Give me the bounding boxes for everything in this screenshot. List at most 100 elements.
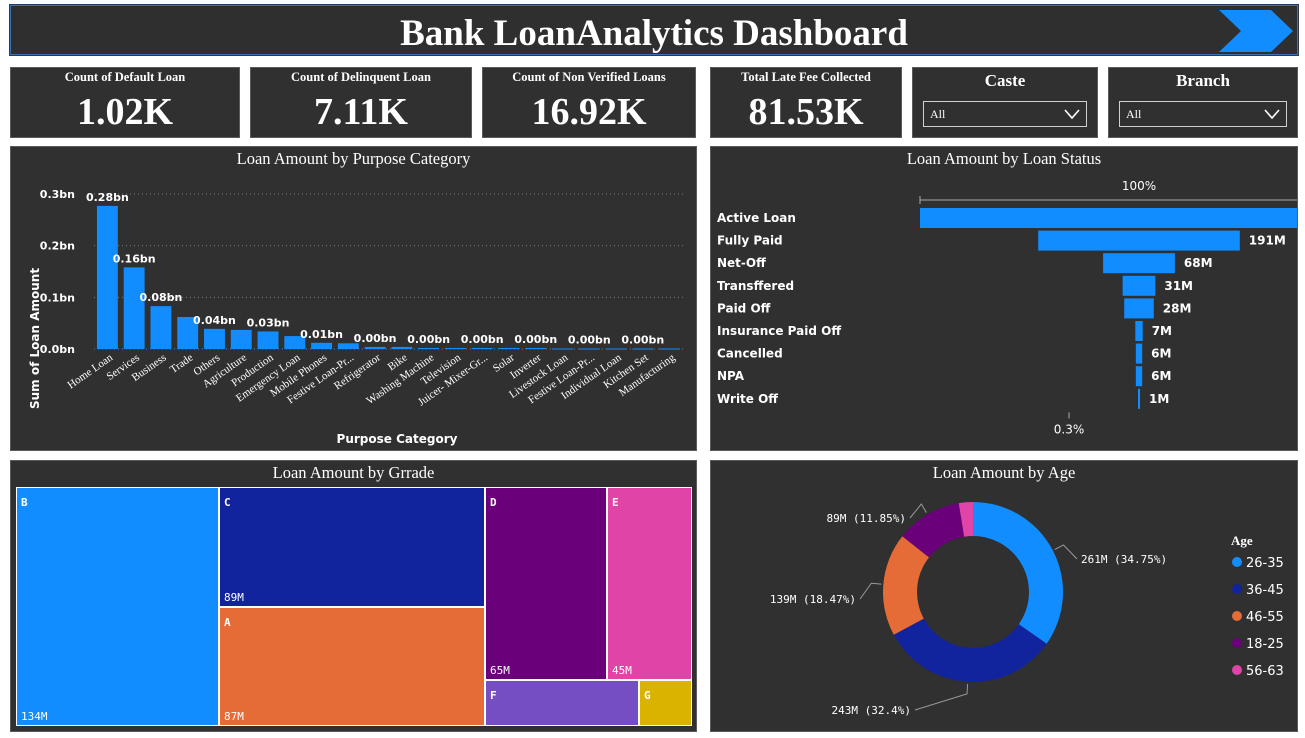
treemap-tile-a[interactable]: A 87M <box>219 607 485 726</box>
legend-label[interactable]: 56-63 <box>1246 664 1284 679</box>
funnel-bar[interactable] <box>1038 230 1240 251</box>
data-label: 0.01bn <box>300 328 343 341</box>
funnel-bar[interactable] <box>1124 298 1154 319</box>
bar[interactable] <box>230 329 252 349</box>
bar[interactable] <box>150 306 172 349</box>
legend-label[interactable]: 18-25 <box>1246 637 1284 652</box>
kpi-card-non-verified-loans: Count of Non Verified Loans 16.92K <box>482 67 696 138</box>
age-donut-chart: 261M (34.75%) 243M (32.4%) 139M (18.47%) 89… <box>770 502 1284 717</box>
treemap-tile-e[interactable]: E 45M <box>607 487 692 680</box>
data-label: 261M (34.75%) <box>1081 553 1167 566</box>
bar[interactable] <box>204 328 225 349</box>
bar[interactable] <box>525 347 547 349</box>
funnel-category-label: Insurance Paid Off <box>717 324 841 338</box>
bar[interactable] <box>257 331 279 349</box>
funnel-category-label: Active Loan <box>717 211 796 225</box>
chart-title: Loan Amount by Grrade <box>272 463 435 482</box>
treemap-value-label: 89M <box>224 591 244 604</box>
kpi-value: 7.11K <box>314 91 408 133</box>
dashboard-header: Bank LoanAnalytics Dashboard <box>10 5 1298 55</box>
kpi-label: Count of Default Loan <box>64 70 186 84</box>
funnel-bottom-percent: 0.3% <box>1054 422 1085 436</box>
bar[interactable] <box>96 205 118 349</box>
data-label: 6M <box>1151 347 1171 361</box>
funnel-bar[interactable] <box>1135 366 1143 387</box>
data-label: 0.00bn <box>621 333 664 346</box>
bar[interactable] <box>632 348 654 350</box>
funnel-bar[interactable] <box>1138 388 1140 409</box>
data-label: 0.08bn <box>140 291 183 304</box>
data-label: 0.03bn <box>247 316 290 329</box>
bar[interactable] <box>471 347 493 349</box>
data-label: 139M (18.47%) <box>770 593 856 606</box>
branch-slicer: Branch All <box>1108 67 1298 138</box>
y-tick-label: 0.3bn <box>40 188 75 201</box>
branch-dropdown[interactable]: All <box>1119 101 1287 127</box>
funnel-category-label: Net-Off <box>717 256 766 270</box>
funnel-bar[interactable] <box>1135 343 1143 364</box>
treemap-category-label: E <box>612 496 619 509</box>
bar[interactable] <box>123 267 145 349</box>
legend-label[interactable]: 26-35 <box>1246 556 1284 571</box>
chevron-down-icon <box>1264 109 1280 120</box>
donut-slice[interactable] <box>973 502 1063 644</box>
leader-line <box>1054 544 1078 560</box>
bar[interactable] <box>498 347 520 349</box>
treemap-tile-b[interactable]: B 134M <box>16 487 219 726</box>
bar[interactable] <box>418 347 440 349</box>
data-label: 1M <box>1149 392 1169 406</box>
legend-label[interactable]: 46-55 <box>1246 610 1284 625</box>
y-tick-label: 0.0bn <box>40 343 75 356</box>
treemap-category-label: B <box>21 496 28 509</box>
treemap-category-label: D <box>490 496 497 509</box>
bar[interactable] <box>311 342 333 349</box>
bar[interactable] <box>364 346 386 349</box>
bar[interactable] <box>391 346 413 349</box>
leader-line <box>859 582 882 600</box>
data-label: 0.04bn <box>193 314 236 327</box>
treemap-tile-g[interactable]: G <box>639 680 692 726</box>
leader-line <box>909 503 927 519</box>
next-page-arrow-icon[interactable] <box>1215 8 1295 54</box>
legend-marker <box>1232 584 1242 594</box>
purpose-chart-panel: Loan Amount by Purpose Category 0.0bn 0.1… <box>10 146 697 451</box>
legend-label[interactable]: 36-45 <box>1246 583 1284 598</box>
treemap-tile-c[interactable]: C 89M <box>219 487 485 607</box>
caste-dropdown[interactable]: All <box>923 101 1087 127</box>
treemap-value-label: 134M <box>21 710 48 723</box>
funnel-category-label: Fully Paid <box>717 234 783 248</box>
donut-slice[interactable] <box>893 618 1047 682</box>
kpi-card-default-loan: Count of Default Loan 1.02K <box>10 67 240 138</box>
slicer-label: Branch <box>1176 71 1230 90</box>
treemap-category-label: A <box>224 616 231 629</box>
funnel-bar[interactable] <box>1122 275 1156 296</box>
funnel-bar[interactable] <box>1135 321 1143 341</box>
status-funnel-chart: 100% Active Loan Fully Paid 191M Net-Off 68M T… <box>717 179 1297 436</box>
bar[interactable] <box>444 347 466 349</box>
bar[interactable] <box>552 348 573 350</box>
funnel-category-label: Cancelled <box>717 347 783 361</box>
treemap-tile-d[interactable]: D 65M <box>485 487 607 680</box>
page-title: Bank LoanAnalytics Dashboard <box>400 13 908 54</box>
bar[interactable] <box>605 348 627 350</box>
status-chart-panel: Loan Amount by Loan Status 100% Active Lo… <box>710 146 1298 451</box>
funnel-category-label: Paid Off <box>717 301 771 315</box>
legend-title: Age <box>1231 533 1253 548</box>
funnel-category-label: Write Off <box>717 392 778 406</box>
treemap-value-label: 87M <box>224 710 244 723</box>
bar[interactable] <box>578 348 600 350</box>
funnel-bar[interactable] <box>920 208 1297 228</box>
data-label: 0.00bn <box>407 333 450 346</box>
treemap-value-label: 65M <box>490 664 510 677</box>
kpi-label: Total Late Fee Collected <box>741 70 871 84</box>
data-label: 0.00bn <box>568 333 611 346</box>
slicer-label: Caste <box>984 71 1026 90</box>
funnel-bar[interactable] <box>1103 253 1175 274</box>
bar[interactable] <box>659 348 681 350</box>
age-chart-panel: Loan Amount by Age 261M (34.75%) 243M (32… <box>710 460 1298 732</box>
treemap-tile-f[interactable]: F <box>485 680 639 726</box>
kpi-value: 81.53K <box>748 91 864 133</box>
y-axis-label: Sum of Loan Amount <box>28 268 42 409</box>
data-label: 0.00bn <box>354 332 397 345</box>
kpi-card-late-fee: Total Late Fee Collected 81.53K <box>710 67 902 138</box>
